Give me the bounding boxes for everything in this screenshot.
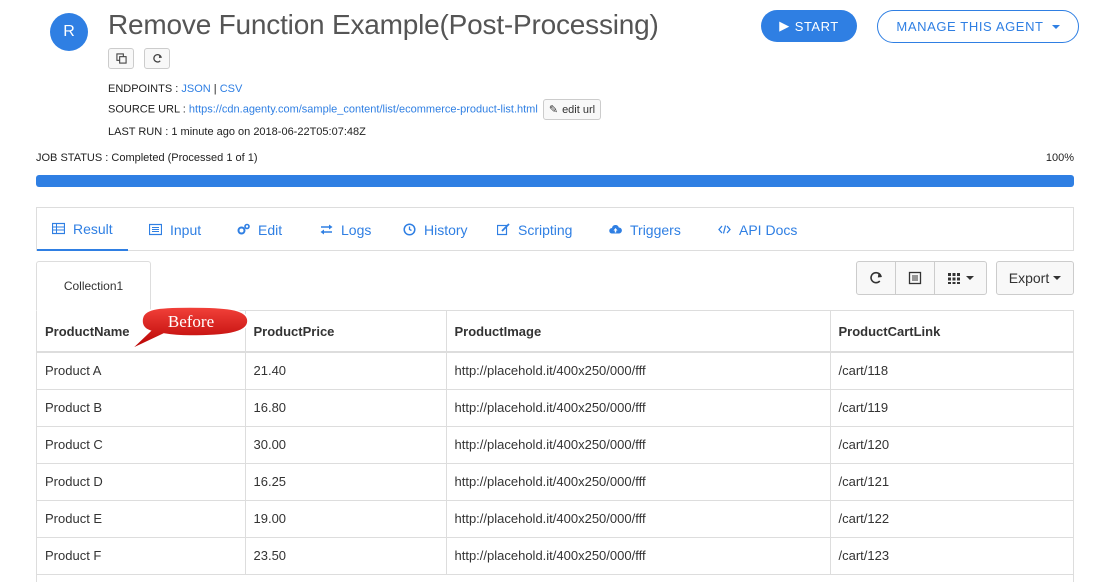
table-cell: /cart/120: [830, 426, 1073, 464]
tab-api-docs-label: API Docs: [739, 221, 798, 238]
source-url-label: SOURCE URL :: [108, 103, 186, 116]
refresh-icon: [152, 54, 162, 63]
tab-input-label: Input: [170, 221, 202, 238]
tab-bar: Result Input Edit Logs History Scripting…: [36, 207, 1074, 251]
csv-endpoint-link[interactable]: CSV: [220, 83, 243, 95]
table-cell: http://placehold.it/400x250/000/fff: [446, 463, 831, 501]
tab-edit-label: Edit: [258, 221, 283, 238]
start-button[interactable]: ▶ START: [761, 10, 857, 42]
table-cell: /cart/119: [830, 389, 1073, 427]
table-toolbar: [856, 261, 987, 295]
gears-icon: [237, 223, 250, 235]
manage-label: MANAGE THIS AGENT: [896, 19, 1044, 34]
tab-api-docs[interactable]: API Docs: [718, 208, 797, 251]
table-row: Product D 16.25 http://placehold.it/400x…: [37, 463, 1073, 501]
refresh-agent-button[interactable]: [144, 48, 170, 69]
edit-icon: [497, 223, 510, 236]
endpoints-row: ENDPOINTS : JSON | CSV: [108, 83, 242, 95]
chevron-down-icon: [1053, 276, 1062, 280]
progress-percent: 100%: [1045, 152, 1074, 164]
export-button[interactable]: Export: [996, 261, 1074, 295]
table-cell: http://placehold.it/400x250/000/fff: [446, 389, 831, 427]
list-icon: [149, 223, 162, 236]
table-cell: /cart/121: [830, 463, 1073, 501]
json-endpoint-link[interactable]: JSON: [181, 83, 210, 95]
grid-icon: [948, 273, 960, 284]
list-icon: [908, 271, 922, 285]
avatar: R: [50, 13, 88, 51]
table-cell: 21.40: [245, 352, 447, 390]
table-cell: http://placehold.it/400x250/000/fff: [446, 426, 831, 464]
clone-button[interactable]: [108, 48, 134, 69]
refresh-icon: [870, 271, 882, 284]
clock-icon: [403, 223, 416, 236]
tab-history[interactable]: History: [403, 208, 468, 251]
tab-logs-label: Logs: [341, 221, 372, 238]
tab-result-label: Result: [73, 220, 113, 237]
table-row: Product A 21.40 http://placehold.it/400x…: [37, 352, 1073, 390]
chevron-down-icon: [1051, 24, 1060, 29]
before-annotation-text: Before: [168, 312, 214, 331]
tab-triggers-label: Triggers: [630, 221, 681, 238]
edit-url-label: edit url: [562, 103, 596, 116]
table-cell: Product D: [37, 463, 246, 501]
table-cell: http://placehold.it/400x250/000/fff: [446, 537, 831, 575]
source-url-link[interactable]: https://cdn.agenty.com/sample_content/li…: [189, 103, 538, 115]
table-row: Product E 19.00 http://placehold.it/400x…: [37, 500, 1073, 538]
table-cell: Product B: [37, 389, 246, 427]
column-header[interactable]: ProductPrice: [245, 311, 447, 353]
endpoints-label: ENDPOINTS :: [108, 83, 179, 95]
table-cell: /cart/122: [830, 500, 1073, 538]
chevron-down-icon: [966, 276, 974, 280]
table-cell: Product E: [37, 500, 246, 538]
start-label: START: [794, 18, 839, 34]
code-icon: [718, 225, 731, 234]
edit-url-button[interactable]: ✎ edit url: [542, 99, 602, 120]
column-header[interactable]: ProductCartLink: [830, 311, 1073, 353]
column-header[interactable]: ProductImage: [446, 311, 831, 353]
before-annotation: Before: [129, 306, 249, 351]
job-status: JOB STATUS : Completed (Processed 1 of 1…: [36, 152, 258, 164]
page-title: Remove Function Example(Post-Processing): [108, 9, 659, 40]
manage-agent-button[interactable]: MANAGE THIS AGENT: [877, 10, 1079, 43]
tab-history-label: History: [424, 221, 468, 238]
table-cell: 16.25: [245, 463, 447, 501]
table-cell: 16.80: [245, 389, 447, 427]
tab-input[interactable]: Input: [149, 208, 201, 251]
columns-button[interactable]: [935, 262, 986, 294]
table-cell: /cart/123: [830, 537, 1073, 575]
last-run: LAST RUN : 1 minute ago on 2018-06-22T05…: [108, 126, 366, 138]
export-label: Export: [1008, 270, 1050, 286]
refresh-results-button[interactable]: [857, 262, 896, 294]
progress-fill: [36, 175, 1074, 187]
table-cell: /cart/118: [830, 352, 1073, 390]
table-cell: Product F: [37, 537, 246, 575]
table-cell: http://placehold.it/400x250/000/fff: [446, 352, 831, 390]
table-row: Product F 23.50 http://placehold.it/400x…: [37, 537, 1073, 575]
copy-icon: [115, 53, 127, 64]
pencil-icon: ✎: [548, 104, 559, 116]
tab-scripting[interactable]: Scripting: [497, 208, 572, 251]
tab-logs[interactable]: Logs: [320, 208, 371, 251]
tab-edit[interactable]: Edit: [237, 208, 282, 251]
tab-result[interactable]: Result: [37, 208, 128, 251]
table-cell: Product C: [37, 426, 246, 464]
table-icon: [52, 222, 65, 235]
table-row: Product C 30.00 http://placehold.it/400x…: [37, 426, 1073, 464]
table-cell: 19.00: [245, 500, 447, 538]
toggle-view-button[interactable]: [896, 262, 935, 294]
play-icon: ▶: [779, 18, 790, 33]
exchange-icon: [320, 224, 333, 235]
cloud-upload-icon: [609, 225, 622, 234]
table-cell: 23.50: [245, 537, 447, 575]
tab-triggers[interactable]: Triggers: [609, 208, 681, 251]
tab-scripting-label: Scripting: [518, 221, 573, 238]
progress-bar: [36, 175, 1074, 187]
table-cell: 30.00: [245, 426, 447, 464]
source-url-row: SOURCE URL : https://cdn.agenty.com/samp…: [108, 99, 602, 120]
table-cell: http://placehold.it/400x250/000/fff: [446, 500, 831, 538]
table-row: Product B 16.80 http://placehold.it/400x…: [37, 389, 1073, 427]
endpoint-separator: |: [213, 83, 217, 95]
table-cell: Product A: [37, 352, 246, 390]
